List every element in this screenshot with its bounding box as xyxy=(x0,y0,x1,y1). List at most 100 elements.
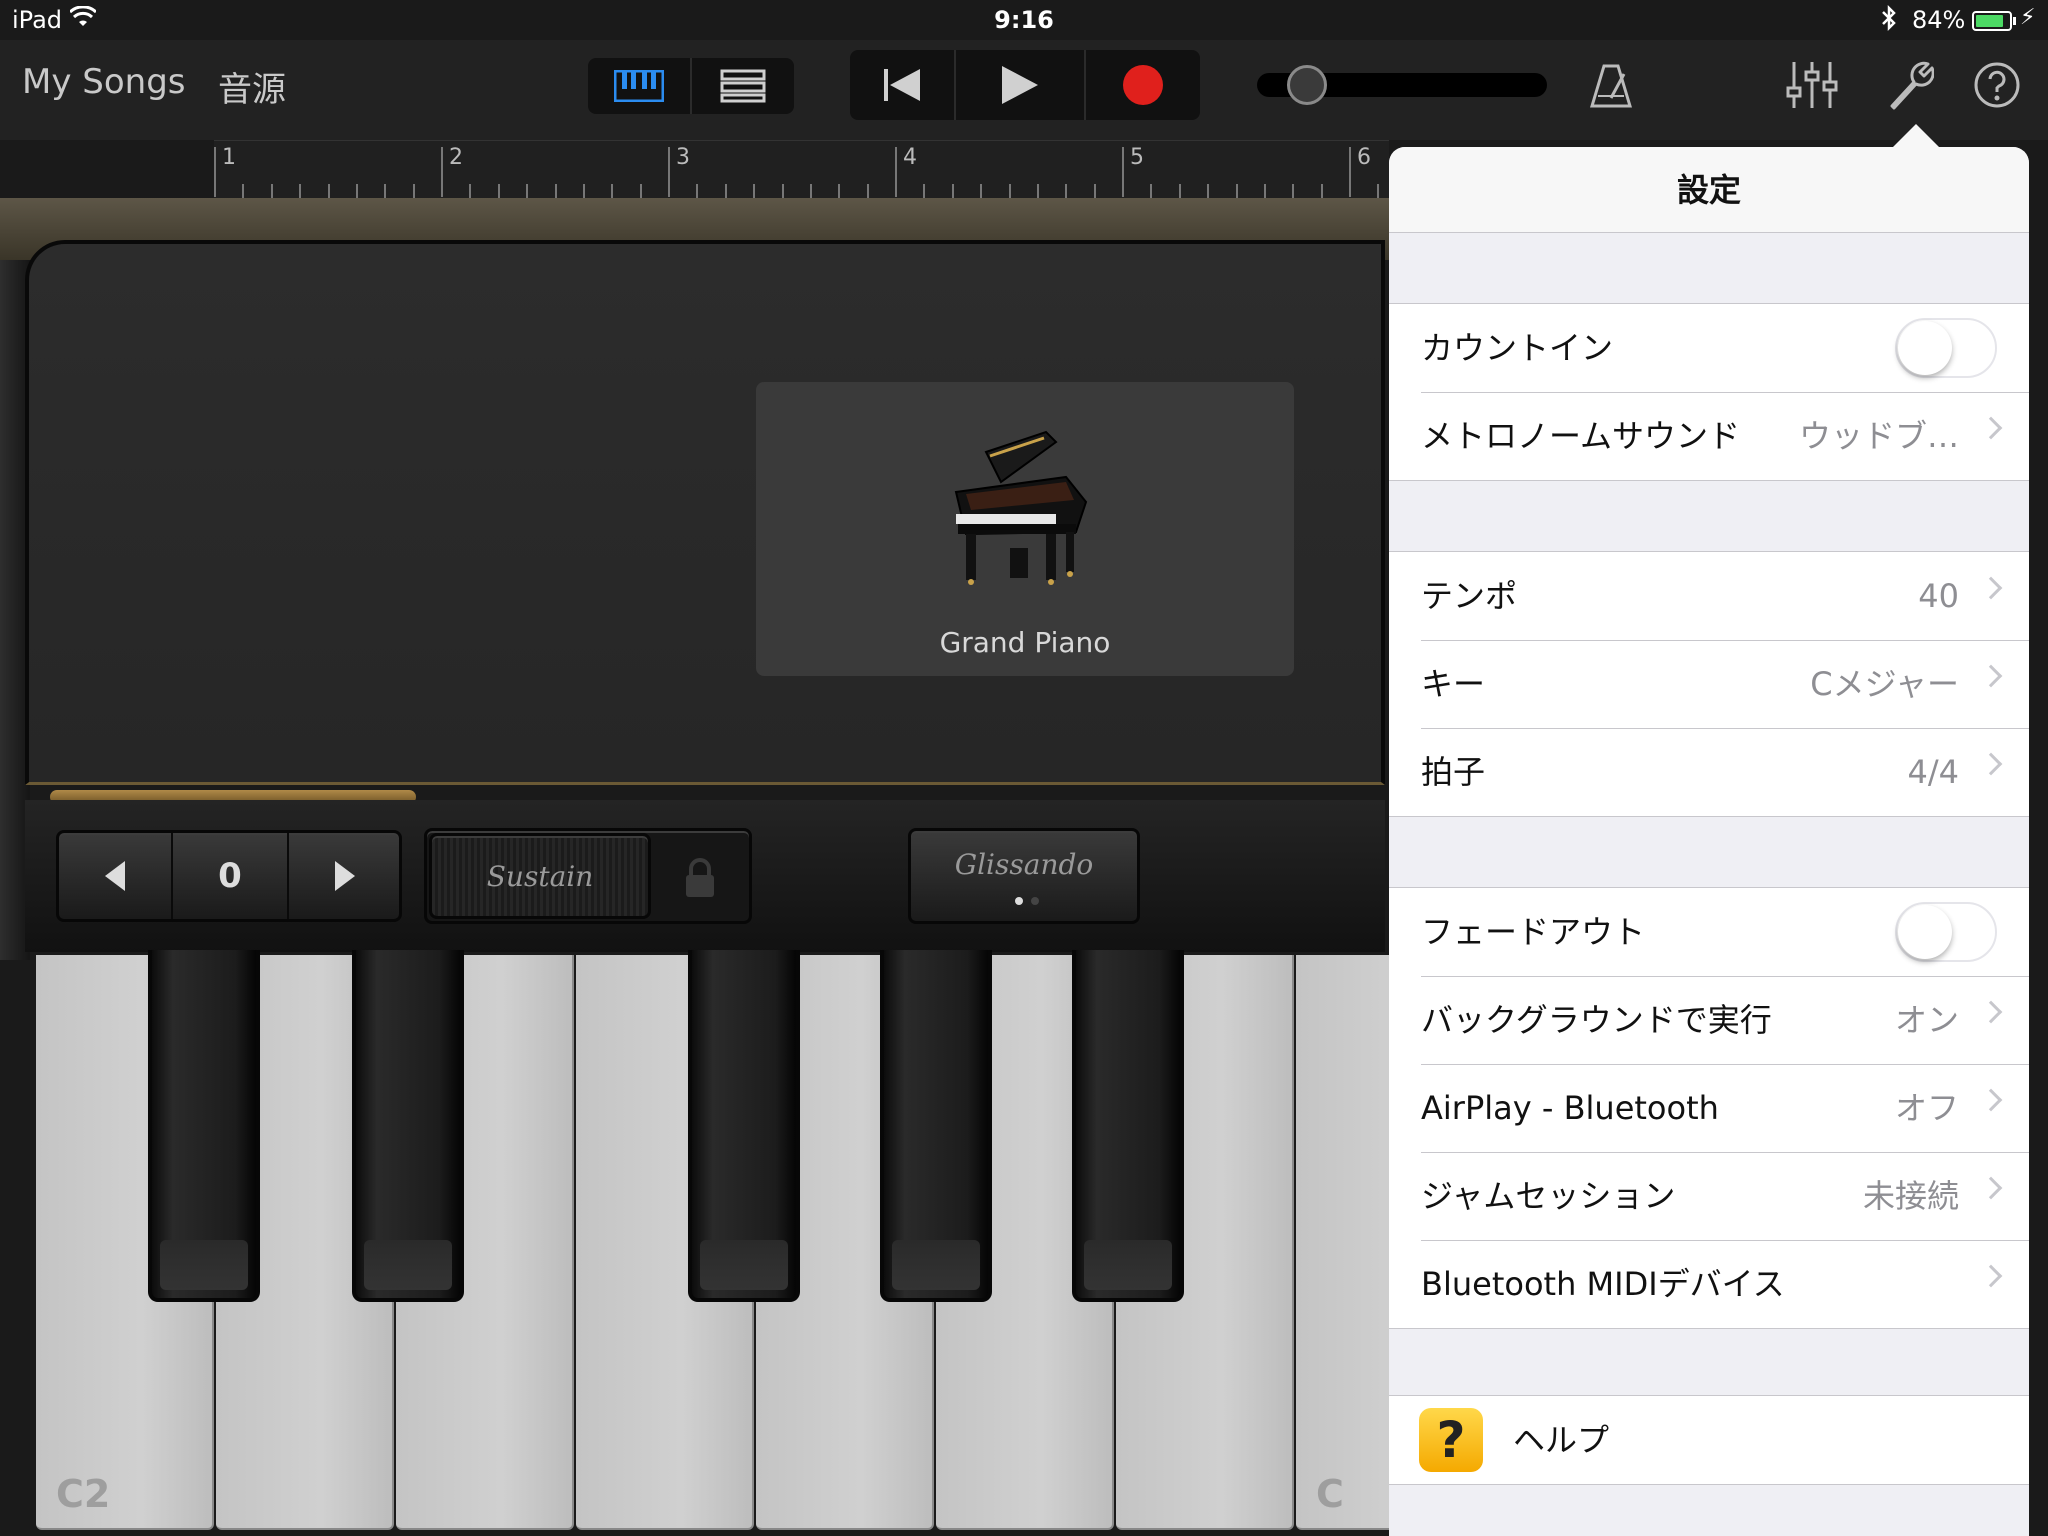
black-key[interactable] xyxy=(880,950,992,1302)
master-volume-knob[interactable] xyxy=(1287,65,1327,105)
toggle-knob xyxy=(1898,321,1952,375)
ruler-tick xyxy=(554,184,557,198)
keyboard-view-button[interactable] xyxy=(588,58,690,114)
row-value: 40 xyxy=(1918,577,1959,615)
help-button[interactable] xyxy=(1974,62,2020,112)
battery-percent: 84% xyxy=(1912,6,1966,34)
settings-popover: 設定 カウントイン メトロノームサウンド ウッドブ… テンポ 40 キー Cメジ… xyxy=(1389,147,2029,1536)
instrument-card[interactable]: Grand Piano xyxy=(756,382,1294,676)
popover-arrow xyxy=(1892,124,1940,148)
settings-button[interactable] xyxy=(1886,58,1935,114)
transport-controls xyxy=(850,50,1200,120)
row-label: バックグラウンドで実行 xyxy=(1421,1001,1772,1039)
ruler-tick xyxy=(1065,184,1068,198)
jam-session-row[interactable]: ジャムセッション 未接続 xyxy=(1389,1152,2029,1240)
black-key[interactable] xyxy=(1072,950,1184,1302)
help-book-icon: ? xyxy=(1419,1408,1483,1472)
my-songs-button[interactable]: My Songs xyxy=(22,62,186,102)
ruler-tick xyxy=(242,184,245,198)
ruler-tick xyxy=(951,184,954,198)
top-toolbar: My Songs 音源 xyxy=(0,40,2048,140)
settings-group-1: カウントイン メトロノームサウンド ウッドブ… xyxy=(1389,303,2029,481)
tempo-row[interactable]: テンポ 40 xyxy=(1389,552,2029,640)
octave-down-button[interactable] xyxy=(59,833,171,919)
sustain-button[interactable]: Sustain xyxy=(429,833,651,919)
key-cap xyxy=(700,1240,788,1290)
row-label: キー xyxy=(1421,665,1486,703)
ruler-tick xyxy=(1093,184,1096,198)
black-key[interactable] xyxy=(688,950,800,1302)
row-label: ヘルプ xyxy=(1513,1421,1610,1459)
settings-group-3: フェードアウト バックグラウンドで実行 オン AirPlay - Bluetoo… xyxy=(1389,887,2029,1329)
ruler-tick xyxy=(809,184,812,198)
battery-level xyxy=(1976,15,2003,27)
black-key[interactable] xyxy=(148,950,260,1302)
ruler-tick xyxy=(1320,184,1323,198)
left-arrow-icon xyxy=(105,861,125,891)
row-label: カウントイン xyxy=(1421,329,1614,367)
mixer-button[interactable] xyxy=(1786,60,1838,114)
chevron-right-icon xyxy=(1979,576,2003,600)
key-row[interactable]: キー Cメジャー xyxy=(1389,640,2029,728)
ruler-tick xyxy=(1036,184,1039,198)
bar-line xyxy=(1122,147,1124,197)
help-icon xyxy=(1974,62,2020,108)
instruments-button[interactable]: 音源 xyxy=(218,62,286,111)
ruler-tick xyxy=(639,184,642,198)
ruler-tick xyxy=(1207,184,1210,198)
ruler-tick xyxy=(384,184,387,198)
bar-line xyxy=(214,147,216,197)
chevron-right-icon xyxy=(1979,1000,2003,1024)
metronome-icon xyxy=(1589,64,1633,108)
octave-up-button[interactable] xyxy=(289,833,401,919)
ruler-tick xyxy=(526,184,529,198)
ruler-tick xyxy=(497,184,500,198)
octave-value: 0 xyxy=(218,856,242,896)
bar-number: 6 xyxy=(1357,145,1371,170)
status-bar: iPad 9:16 84% ⚡ xyxy=(0,0,2048,40)
garageband-screen: iPad 9:16 84% ⚡ My Songs 音源 1 2 3 4 5 6 … xyxy=(0,0,2048,1536)
play-icon xyxy=(1002,66,1038,104)
record-button[interactable] xyxy=(1086,50,1200,120)
bar-number: 3 xyxy=(676,145,690,170)
row-label: フェードアウト xyxy=(1421,913,1646,951)
bar-line xyxy=(1349,147,1351,197)
chevron-right-icon xyxy=(1979,1088,2003,1112)
glissando-button[interactable]: Glissando xyxy=(908,828,1140,924)
bluetooth-midi-row[interactable]: Bluetooth MIDIデバイス xyxy=(1389,1240,2029,1328)
timeline-ruler[interactable]: 1 2 3 4 5 6 xyxy=(214,140,1550,198)
tracks-view-button[interactable] xyxy=(692,58,794,114)
ruler-tick xyxy=(838,184,841,198)
airplay-bluetooth-row[interactable]: AirPlay - Bluetooth オフ xyxy=(1389,1064,2029,1152)
play-button[interactable] xyxy=(956,50,1084,120)
help-row[interactable]: ? ヘルプ xyxy=(1389,1396,2029,1484)
charging-icon: ⚡ xyxy=(2020,5,2036,30)
ruler-tick xyxy=(469,184,472,198)
count-in-row: カウントイン xyxy=(1389,304,2029,392)
lock-icon xyxy=(686,858,714,897)
ruler-tick xyxy=(923,184,926,198)
sustain-lock-button[interactable] xyxy=(683,857,717,903)
battery-icon xyxy=(1972,11,2012,31)
mode-dot-active xyxy=(1015,897,1023,905)
row-label: ジャムセッション xyxy=(1421,1177,1676,1215)
chevron-right-icon xyxy=(1979,664,2003,688)
count-in-toggle[interactable] xyxy=(1895,318,1997,378)
time-signature-row[interactable]: 拍子 4/4 xyxy=(1389,728,2029,816)
rewind-button[interactable] xyxy=(850,50,954,120)
black-key[interactable] xyxy=(352,950,464,1302)
settings-group-2: テンポ 40 キー Cメジャー 拍子 4/4 xyxy=(1389,551,2029,817)
background-run-row[interactable]: バックグラウンドで実行 オン xyxy=(1389,976,2029,1064)
metronome-button[interactable] xyxy=(1589,62,1633,114)
keyboard-view-icon xyxy=(614,70,664,102)
bar-number: 5 xyxy=(1130,145,1144,170)
key-cap xyxy=(1084,1240,1172,1290)
metronome-sound-row[interactable]: メトロノームサウンド ウッドブ… xyxy=(1389,392,2029,480)
chevron-right-icon xyxy=(1979,1176,2003,1200)
fade-out-toggle[interactable] xyxy=(1895,902,1997,962)
ruler-tick xyxy=(753,184,756,198)
bluetooth-icon xyxy=(1880,4,1898,38)
sustain-group: Sustain xyxy=(424,828,752,924)
settings-wrench-icon xyxy=(1890,61,1935,110)
chevron-right-icon xyxy=(1979,416,2003,440)
